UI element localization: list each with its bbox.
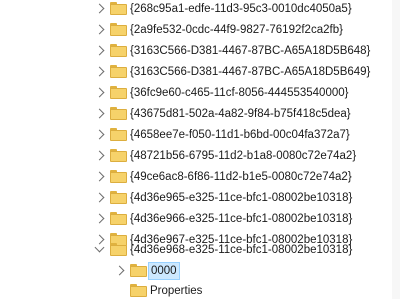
tree-item[interactable]: {43675d81-502a-4a82-9f84-b75f418c5dea}	[0, 104, 400, 124]
tree-item-expanded[interactable]: {4d36e968-e325-11ce-bfc1-08002be10318}	[0, 240, 400, 260]
chevron-right-icon[interactable]	[94, 192, 105, 203]
chevron-right-icon[interactable]	[94, 3, 105, 14]
tree-item[interactable]: {48721b56-6795-11d2-b1a8-0080c72e74a2}	[0, 146, 400, 166]
tree-item-label[interactable]: {49ce6ac8-6f86-11d2-b1e5-0080c72e74a2}	[128, 169, 354, 185]
folder-icon	[110, 212, 127, 225]
tree-item-label[interactable]: {36fc9e60-c465-11cf-8056-444553540000}	[128, 85, 350, 101]
tree-item-label[interactable]: {3163C566-D381-4467-87BC-A65A18D5B649}	[128, 64, 372, 80]
tree-item-label[interactable]: {4d36e965-e325-11ce-bfc1-08002be10318}	[128, 190, 354, 206]
tree-item-label[interactable]: {4d36e966-e325-11ce-bfc1-08002be10318}	[128, 211, 354, 227]
tree-subitem-label[interactable]: 0000	[148, 262, 180, 280]
tree-item-label[interactable]: {4658ee7e-f050-11d1-b6bd-00c04fa372a7}	[128, 127, 352, 143]
tree-item[interactable]: {4658ee7e-f050-11d1-b6bd-00c04fa372a7}	[0, 125, 400, 145]
chevron-right-icon[interactable]	[94, 108, 105, 119]
tree-subitem[interactable]: Properties	[0, 281, 400, 301]
folder-icon	[110, 107, 127, 120]
chevron-right-icon[interactable]	[94, 45, 105, 56]
chevron-right-icon[interactable]	[94, 171, 105, 182]
tree-item-label[interactable]: {48721b56-6795-11d2-b1a8-0080c72e74a2}	[128, 148, 358, 164]
folder-icon	[110, 86, 127, 99]
chevron-right-icon[interactable]	[94, 213, 105, 224]
folder-icon	[110, 170, 127, 183]
chevron-down-icon[interactable]	[94, 242, 105, 253]
folder-icon	[110, 23, 127, 36]
tree-item-label[interactable]: {268c95a1-edfe-11d3-95c3-0010dc4050a5}	[128, 1, 354, 17]
tree-item[interactable]: {2a9fe532-0cdc-44f9-9827-76192f2ca2fb}	[0, 20, 400, 40]
folder-icon	[110, 191, 127, 204]
folder-icon	[130, 284, 147, 297]
folder-icon	[110, 2, 127, 15]
folder-open-icon	[110, 243, 127, 256]
tree-item[interactable]: {4d36e966-e325-11ce-bfc1-08002be10318}	[0, 209, 400, 229]
chevron-right-icon[interactable]	[94, 150, 105, 161]
tree-item[interactable]: {49ce6ac8-6f86-11d2-b1e5-0080c72e74a2}	[0, 167, 400, 187]
tree-item-label[interactable]: {4d36e968-e325-11ce-bfc1-08002be10318}	[128, 242, 354, 258]
chevron-right-icon[interactable]	[94, 129, 105, 140]
tree-item[interactable]: {36fc9e60-c465-11cf-8056-444553540000}	[0, 83, 400, 103]
chevron-right-icon[interactable]	[94, 66, 105, 77]
tree-item-label[interactable]: {3163C566-D381-4467-87BC-A65A18D5B648}	[128, 43, 372, 59]
tree-item-label[interactable]: {2a9fe532-0cdc-44f9-9827-76192f2ca2fb}	[128, 22, 345, 38]
folder-icon	[110, 149, 127, 162]
tree-subitem-label[interactable]: Properties	[148, 283, 204, 299]
tree-item[interactable]: {268c95a1-edfe-11d3-95c3-0010dc4050a5}	[0, 0, 400, 19]
tree-item[interactable]: {3163C566-D381-4467-87BC-A65A18D5B649}	[0, 62, 400, 82]
registry-key-tree[interactable]: {268c95a1-edfe-11d3-95c3-0010dc4050a5} {…	[0, 0, 400, 299]
folder-icon	[130, 264, 147, 277]
chevron-right-icon[interactable]	[94, 24, 105, 35]
tree-item-label[interactable]: {43675d81-502a-4a82-9f84-b75f418c5dea}	[128, 106, 353, 122]
folder-icon	[110, 44, 127, 57]
folder-icon	[110, 128, 127, 141]
vertical-scrollbar[interactable]	[392, 0, 400, 299]
tree-subitem-selected[interactable]: 0000	[0, 261, 400, 281]
chevron-right-icon[interactable]	[94, 87, 105, 98]
tree-item[interactable]: {3163C566-D381-4467-87BC-A65A18D5B648}	[0, 41, 400, 61]
chevron-right-icon[interactable]	[114, 265, 125, 276]
folder-icon	[110, 65, 127, 78]
tree-item[interactable]: {4d36e965-e325-11ce-bfc1-08002be10318}	[0, 188, 400, 208]
